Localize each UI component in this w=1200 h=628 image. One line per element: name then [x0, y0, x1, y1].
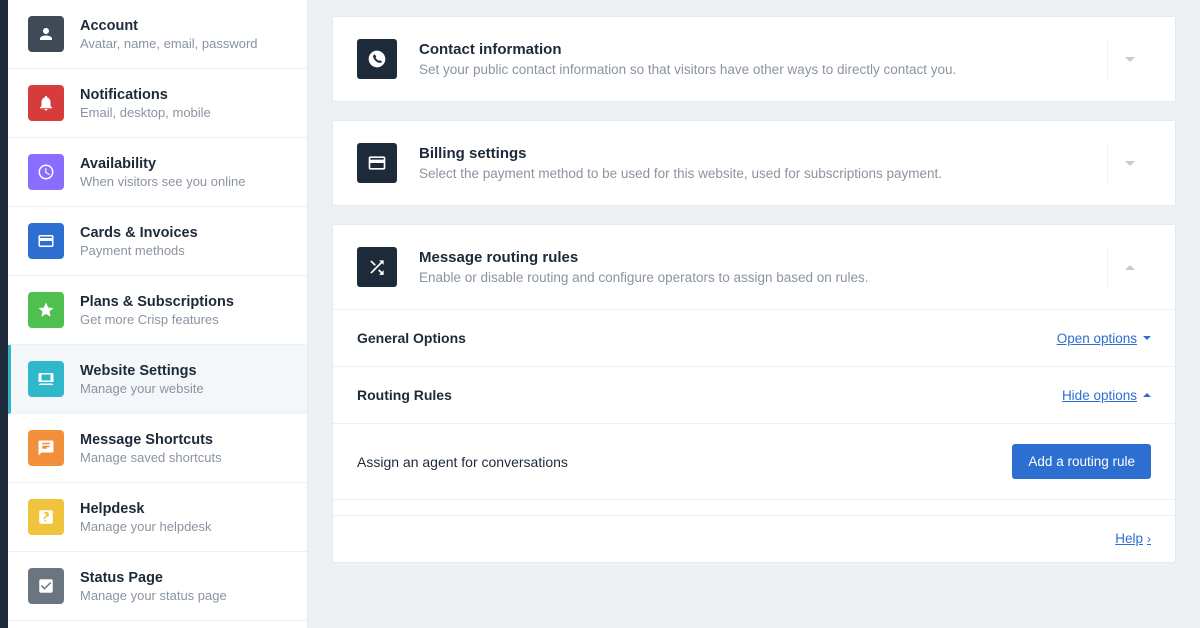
assign-agent-label: Assign an agent for conversations [357, 454, 568, 470]
add-routing-rule-button[interactable]: Add a routing rule [1012, 444, 1151, 479]
sidebar-item-cards[interactable]: Cards & Invoices Payment methods [8, 207, 307, 276]
sidebar-item-label: Account [80, 18, 258, 34]
assign-agent-row: Assign an agent for conversations Add a … [333, 423, 1175, 499]
panel-title: Message routing rules [419, 249, 1107, 266]
panel-header[interactable]: Billing settings Select the payment meth… [333, 121, 1175, 205]
panel-contact-information: Contact information Set your public cont… [332, 16, 1176, 102]
help-icon [28, 499, 64, 535]
panel-header[interactable]: Contact information Set your public cont… [333, 17, 1175, 101]
panel-header[interactable]: Message routing rules Enable or disable … [333, 225, 1175, 309]
panel-title: Billing settings [419, 145, 1107, 162]
collapse-toggle[interactable] [1107, 247, 1151, 287]
chevron-down-icon [1143, 336, 1151, 340]
sidebar-item-label: Helpdesk [80, 501, 212, 517]
chevron-down-icon [1125, 161, 1135, 166]
sidebar-item-website-settings[interactable]: Website Settings Manage your website [8, 345, 307, 414]
sidebar-item-label: Message Shortcuts [80, 432, 222, 448]
section-general-options: General Options Open options [333, 309, 1175, 366]
credit-card-icon [28, 223, 64, 259]
settings-sidebar: Account Avatar, name, email, password No… [8, 0, 308, 628]
sidebar-item-label: Cards & Invoices [80, 225, 198, 241]
shuffle-icon [357, 247, 397, 287]
expand-toggle[interactable] [1107, 143, 1151, 183]
section-label: Routing Rules [357, 387, 452, 403]
panel-sub: Select the payment method to be used for… [419, 166, 1107, 181]
link-text: Open options [1057, 331, 1137, 346]
clock-icon [28, 154, 64, 190]
credit-card-icon [357, 143, 397, 183]
panel-message-routing: Message routing rules Enable or disable … [332, 224, 1176, 563]
help-link[interactable]: Help› [1115, 531, 1151, 546]
sidebar-item-label: Status Page [80, 570, 227, 586]
person-icon [28, 16, 64, 52]
sidebar-item-status[interactable]: Status Page Manage your status page [8, 552, 307, 621]
sidebar-item-plans[interactable]: Plans & Subscriptions Get more Crisp fea… [8, 276, 307, 345]
sidebar-item-sub: Avatar, name, email, password [80, 36, 258, 51]
section-routing-rules: Routing Rules Hide options [333, 366, 1175, 423]
sidebar-item-sub: When visitors see you online [80, 174, 245, 189]
sidebar-item-sub: Email, desktop, mobile [80, 105, 211, 120]
sidebar-item-sub: Manage your helpdesk [80, 519, 212, 534]
star-icon [28, 292, 64, 328]
spacer-row [333, 499, 1175, 515]
chevron-up-icon [1143, 393, 1151, 397]
sidebar-item-sub: Manage saved shortcuts [80, 450, 222, 465]
chevron-right-icon: › [1147, 532, 1151, 546]
app-leftbar [0, 0, 8, 628]
sidebar-item-sub: Manage your status page [80, 588, 227, 603]
sidebar-item-label: Availability [80, 156, 245, 172]
link-text: Hide options [1062, 388, 1137, 403]
phone-icon [357, 39, 397, 79]
sidebar-item-label: Website Settings [80, 363, 204, 379]
panel-billing-settings: Billing settings Select the payment meth… [332, 120, 1176, 206]
sidebar-item-sub: Manage your website [80, 381, 204, 396]
check-icon [28, 568, 64, 604]
expand-toggle[interactable] [1107, 39, 1151, 79]
sidebar-item-account[interactable]: Account Avatar, name, email, password [8, 0, 307, 69]
chevron-up-icon [1125, 265, 1135, 270]
sidebar-item-label: Notifications [80, 87, 211, 103]
help-row: Help› [333, 515, 1175, 562]
section-label: General Options [357, 330, 466, 346]
sidebar-item-shortcuts[interactable]: Message Shortcuts Manage saved shortcuts [8, 414, 307, 483]
open-options-link[interactable]: Open options [1057, 331, 1151, 346]
sidebar-item-availability[interactable]: Availability When visitors see you onlin… [8, 138, 307, 207]
chat-icon [28, 430, 64, 466]
main-content: Contact information Set your public cont… [308, 0, 1200, 628]
bell-icon [28, 85, 64, 121]
sidebar-item-sub: Payment methods [80, 243, 198, 258]
chevron-down-icon [1125, 57, 1135, 62]
panel-sub: Set your public contact information so t… [419, 62, 1107, 77]
panel-title: Contact information [419, 41, 1107, 58]
laptop-icon [28, 361, 64, 397]
hide-options-link[interactable]: Hide options [1062, 388, 1151, 403]
sidebar-item-notifications[interactable]: Notifications Email, desktop, mobile [8, 69, 307, 138]
sidebar-item-helpdesk[interactable]: Helpdesk Manage your helpdesk [8, 483, 307, 552]
sidebar-item-sub: Get more Crisp features [80, 312, 234, 327]
panel-sub: Enable or disable routing and configure … [419, 270, 1107, 285]
sidebar-item-label: Plans & Subscriptions [80, 294, 234, 310]
